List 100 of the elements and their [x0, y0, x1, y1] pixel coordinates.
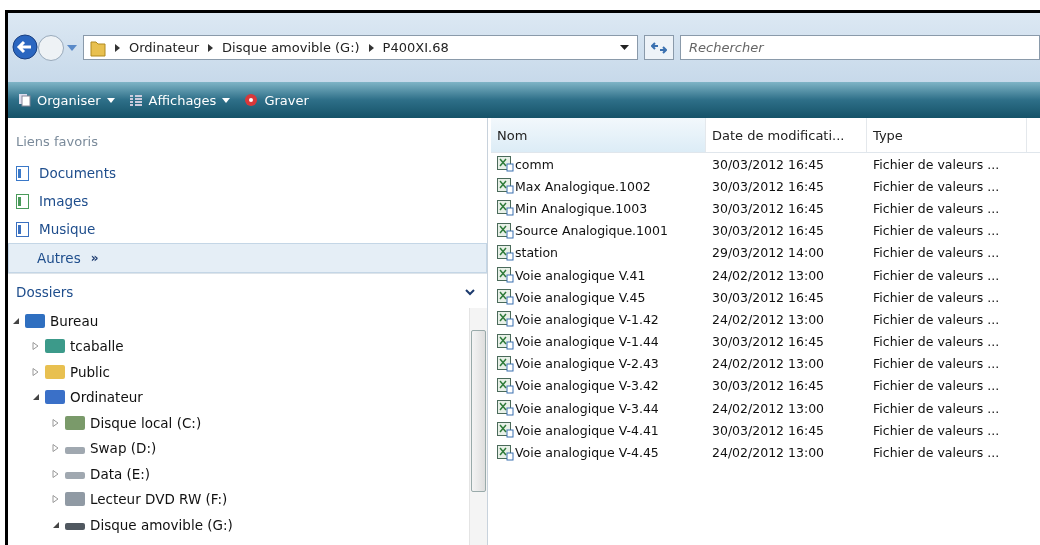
tree-item[interactable]: Disque local (C:) [8, 410, 469, 436]
spreadsheet-file-icon [497, 422, 514, 439]
dropdown-arrow-icon[interactable] [620, 45, 629, 50]
favorite-link[interactable]: Musique [8, 215, 487, 243]
table-cell-text: Fichier de valeurs ... [872, 378, 1001, 394]
column-header[interactable]: Date de modificati... [706, 118, 867, 152]
table-cell-text: 24/02/2012 13:00 [711, 400, 826, 416]
file-name[interactable]: Max Analogique.1002 [491, 178, 706, 195]
tree-item[interactable]: Public [8, 359, 469, 385]
file-name[interactable]: Voie analogique V.41 [491, 267, 706, 284]
breadcrumb-arrow-icon [368, 43, 374, 52]
breadcrumb-arrow-icon [115, 43, 120, 52]
table-cell-text: 29/03/2012 14:00 [711, 245, 826, 261]
collapsed-arrow-icon[interactable] [52, 444, 60, 453]
tree-item[interactable]: Disque amovible (G:) [8, 512, 469, 538]
disc-icon [244, 93, 259, 107]
favorite-link[interactable]: Images [8, 187, 487, 215]
tree-item[interactable]: Lecteur DVD RW (F:) [8, 486, 469, 512]
collapsed-arrow-icon[interactable] [52, 469, 60, 478]
file-name[interactable]: station [491, 244, 706, 261]
expanded-arrow-icon[interactable] [32, 393, 40, 402]
expanded-arrow-icon[interactable] [52, 520, 60, 529]
table-cell-text: Fichier de valeurs ... [872, 422, 1001, 438]
pages-icon [18, 93, 31, 107]
tree-item[interactable]: Ordinateur [8, 384, 469, 410]
folder-icon [90, 38, 106, 57]
spreadsheet-file-icon [497, 244, 514, 261]
file-name[interactable]: Voie analogique V-2.43 [491, 355, 706, 372]
table-cell-text: Fichier de valeurs ... [872, 311, 1001, 327]
spreadsheet-file-icon [497, 156, 514, 173]
toolbar-button[interactable]: Affichages [128, 92, 231, 108]
spreadsheet-file-icon [497, 222, 514, 239]
table-cell-text: 24/02/2012 13:00 [711, 445, 826, 461]
file-name[interactable]: Voie analogique V-3.44 [491, 400, 706, 417]
toolbar-button[interactable]: Organiser [18, 92, 115, 108]
file-name[interactable]: Voie analogique V-1.44 [491, 333, 706, 350]
history-dropdown-button[interactable] [67, 44, 77, 51]
table-cell-text: Fichier de valeurs ... [872, 178, 1001, 194]
table-cell-text: 30/03/2012 16:45 [711, 223, 826, 239]
spreadsheet-file-icon [497, 400, 514, 417]
table-cell-text: Fichier de valeurs ... [872, 400, 1001, 416]
spreadsheet-file-icon [497, 444, 514, 461]
scrollbar[interactable] [469, 308, 487, 545]
file-name[interactable]: Voie analogique V-4.45 [491, 444, 706, 461]
list-view-icon [128, 94, 143, 106]
breadcrumb-arrow-icon [208, 43, 214, 52]
collapsed-arrow-icon[interactable] [32, 342, 40, 351]
chevron-down-icon[interactable] [465, 288, 475, 296]
document-icon [16, 165, 29, 181]
file-name[interactable]: Voie analogique V.45 [491, 289, 706, 306]
table-cell-text: 30/03/2012 16:45 [711, 200, 826, 216]
spreadsheet-file-icon [497, 311, 514, 328]
table-cell-text: 30/03/2012 16:45 [711, 422, 826, 438]
breadcrumb[interactable]: Disque amovible (G:) [222, 40, 360, 55]
table-cell-text: Fichier de valeurs ... [872, 200, 1001, 216]
favorite-link[interactable]: Autres » [8, 243, 487, 273]
collapsed-arrow-icon[interactable] [52, 495, 60, 504]
search-field[interactable]: Rechercher [680, 35, 1040, 60]
table-cell-text: Fichier de valeurs ... [872, 356, 1001, 372]
tree-item[interactable]: Bureau [8, 308, 469, 334]
spreadsheet-file-icon [497, 178, 514, 195]
collapsed-arrow-icon[interactable] [32, 367, 40, 376]
file-name[interactable]: comm [491, 156, 706, 173]
spreadsheet-file-icon [497, 200, 514, 217]
breadcrumb[interactable]: P400XI.68 [382, 40, 449, 55]
spreadsheet-file-icon [497, 267, 514, 284]
file-name[interactable]: Voie analogique V-4.41 [491, 422, 706, 439]
document-icon [16, 193, 29, 209]
table-cell-text: Fichier de valeurs ... [872, 334, 1001, 350]
file-name[interactable]: Source Analogique.1001 [491, 222, 706, 239]
caret-icon [222, 97, 231, 103]
table-cell-text: 30/03/2012 16:45 [711, 156, 826, 172]
table-cell-text: 30/03/2012 16:45 [711, 334, 826, 350]
caret-icon [106, 97, 115, 103]
table-cell-text: Fichier de valeurs ... [872, 245, 1001, 261]
back-button[interactable] [12, 33, 40, 62]
table-cell-text: 30/03/2012 16:45 [711, 178, 826, 194]
breadcrumb[interactable]: Ordinateur [129, 40, 200, 55]
spreadsheet-file-icon [497, 355, 514, 372]
tree-item[interactable]: tcaballe [8, 333, 469, 359]
spreadsheet-file-icon [497, 377, 514, 394]
expanded-arrow-icon[interactable] [12, 316, 20, 325]
spreadsheet-file-icon [497, 289, 514, 306]
tree-item[interactable]: Data (E:) [8, 461, 469, 487]
file-name[interactable]: Min Analogique.1003 [491, 200, 706, 217]
collapsed-arrow-icon[interactable] [52, 418, 60, 427]
column-header[interactable]: Nom [491, 118, 706, 152]
tree-item[interactable]: Swap (D:) [8, 435, 469, 461]
section-title: Liens favoris [15, 133, 99, 151]
refresh-icon [651, 41, 667, 54]
table-cell-text: Fichier de valeurs ... [872, 445, 1001, 461]
refresh-button[interactable] [644, 35, 674, 60]
address-bar[interactable]: Ordinateur Disque amovible (G:) P400XI.68 [83, 35, 638, 60]
file-name[interactable]: Voie analogique V-1.42 [491, 311, 706, 328]
column-header[interactable]: Type [867, 118, 1027, 152]
toolbar-button[interactable]: Graver [244, 92, 309, 108]
table-cell-text: Fichier de valeurs ... [872, 223, 1001, 239]
section-title[interactable]: Dossiers [16, 284, 74, 300]
file-name[interactable]: Voie analogique V-3.42 [491, 377, 706, 394]
favorite-link[interactable]: Documents [8, 159, 487, 187]
